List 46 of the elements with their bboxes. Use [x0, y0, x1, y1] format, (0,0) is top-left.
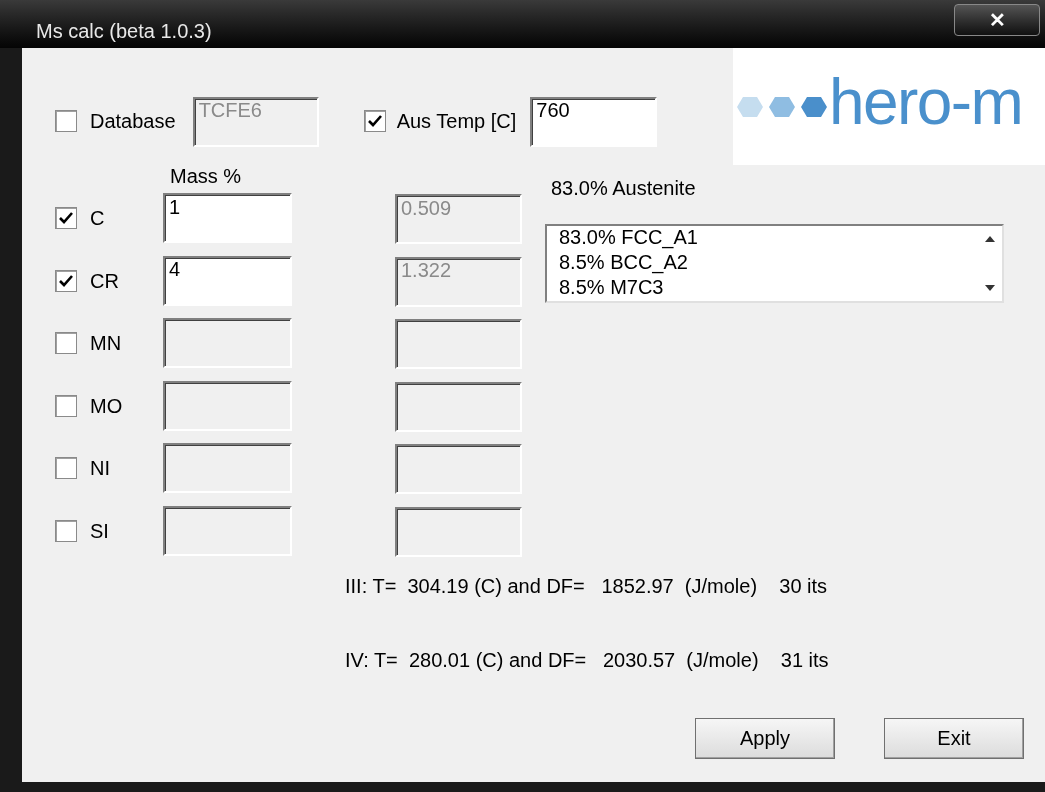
mass-header: Mass % — [170, 163, 242, 189]
input-field[interactable] — [395, 319, 522, 369]
checkbox[interactable] — [363, 109, 386, 132]
checkbox[interactable] — [55, 519, 77, 542]
result-text: III: T= 304.19 (C) and DF= 1852.97 (J/mole) 30 its — [345, 573, 829, 599]
checkmark-icon — [367, 114, 382, 127]
phase-item[interactable]: 83.0% FCC_A1 — [559, 224, 978, 250]
aus-temp-label: Aus Temp [C] — [396, 108, 517, 134]
checkbox[interactable] — [55, 207, 77, 230]
checkbox[interactable] — [55, 269, 77, 292]
input-field[interactable]: 760 — [530, 96, 658, 147]
dialog-button[interactable]: Apply — [695, 717, 835, 759]
element-label: MN — [90, 331, 122, 357]
checkbox[interactable] — [55, 394, 77, 417]
close-button[interactable]: ✕ — [954, 4, 1040, 36]
input-field[interactable] — [163, 318, 292, 369]
logo-text: hero-m — [829, 69, 1023, 134]
element-label: CR — [90, 268, 119, 294]
checkbox[interactable] — [55, 332, 77, 355]
input-field[interactable]: 1 — [163, 193, 292, 244]
input-field[interactable] — [163, 380, 292, 431]
element-label: C — [90, 206, 105, 232]
scroll-up-icon[interactable] — [985, 235, 995, 242]
input-field[interactable] — [395, 506, 522, 557]
austenite-text: 83.0% Austenite — [551, 175, 697, 201]
input-field[interactable] — [395, 381, 522, 432]
element-label: NI — [90, 456, 110, 482]
input-field[interactable] — [163, 505, 292, 556]
phase-list[interactable]: 83.0% FCC_A1 8.5% BCC_A2 8.5% M7C3 — [545, 223, 1004, 303]
element-label: MO — [90, 393, 123, 419]
window-title: Ms calc (beta 1.0.3) — [36, 21, 212, 41]
checkmark-icon — [59, 212, 73, 225]
scroll-down-icon[interactable] — [985, 284, 995, 291]
dialog-button[interactable]: Exit — [884, 717, 1024, 759]
element-label: SI — [90, 518, 109, 544]
checkbox[interactable] — [55, 109, 77, 132]
phase-item[interactable]: 8.5% BCC_A2 — [559, 249, 978, 275]
database-label: Database — [90, 108, 176, 134]
checkmark-icon — [59, 274, 73, 287]
checkbox[interactable] — [55, 457, 77, 480]
input-field[interactable] — [163, 443, 292, 494]
phase-item[interactable]: 8.5% M7C3 — [559, 274, 978, 300]
input-field[interactable]: 4 — [163, 255, 292, 306]
result-text: IV: T= 280.01 (C) and DF= 2030.57 (J/mole) 31 its — [345, 647, 830, 673]
hexagon-dots-icon — [737, 95, 829, 118]
input-field[interactable] — [395, 444, 522, 494]
